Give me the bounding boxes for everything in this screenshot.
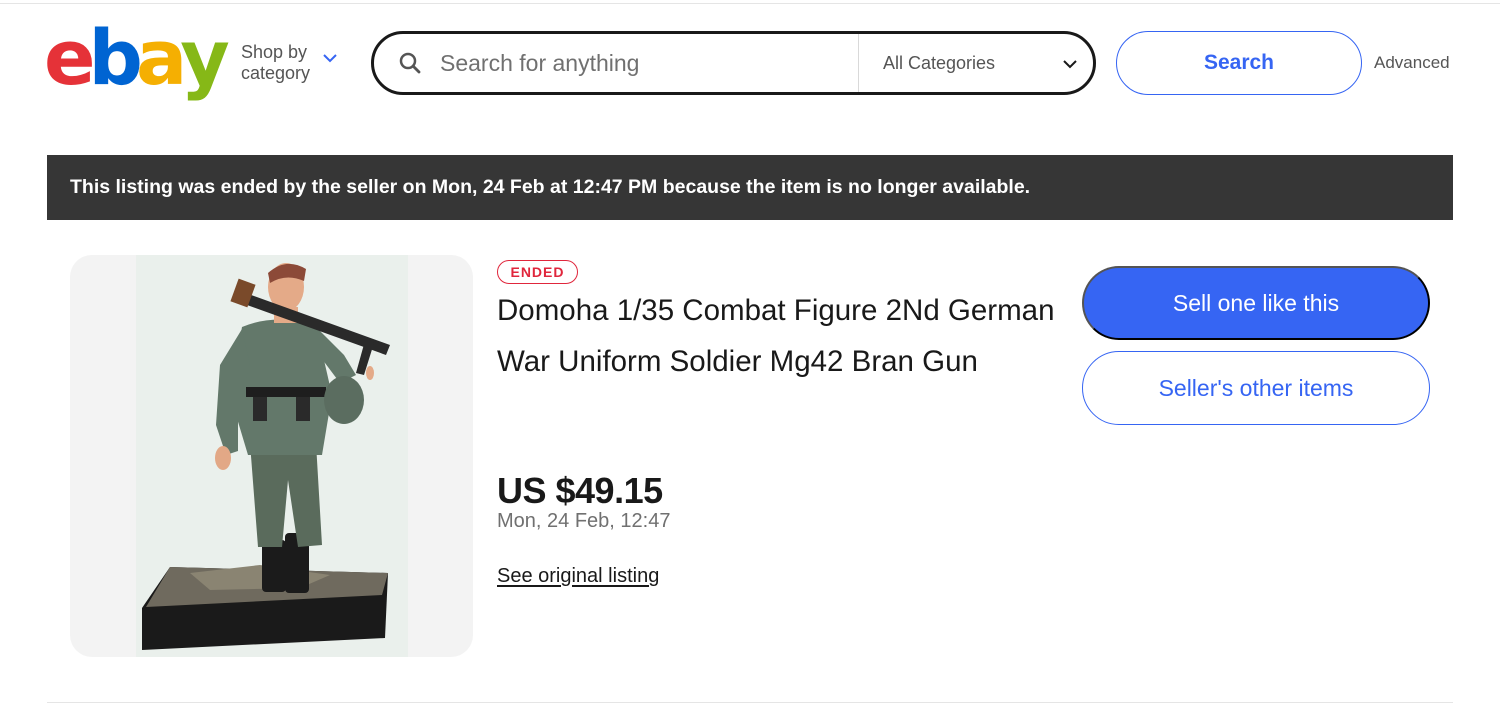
category-label: category xyxy=(241,63,311,83)
status-badge: ENDED xyxy=(497,260,578,284)
search-input[interactable] xyxy=(440,46,850,80)
logo-letter-e: e xyxy=(44,13,95,102)
category-select-value: All Categories xyxy=(883,53,996,73)
shop-by-category-button[interactable]: Shop by category xyxy=(241,42,351,84)
logo-letter-a: a xyxy=(135,13,187,102)
ebay-logo[interactable]: ebay xyxy=(44,13,230,102)
logo-letter-y: y xyxy=(180,13,229,102)
category-select[interactable]: All Categories xyxy=(859,34,1093,92)
advanced-search-link[interactable]: Advanced xyxy=(1374,53,1450,73)
chevron-down-icon xyxy=(323,54,337,63)
sell-one-like-this-button[interactable]: Sell one like this xyxy=(1082,266,1430,340)
chevron-down-icon xyxy=(1063,60,1077,69)
ended-date: Mon, 24 Feb, 12:47 xyxy=(497,510,671,532)
top-divider xyxy=(0,3,1500,4)
product-photo-soldier-figure xyxy=(136,255,408,657)
listing-price: US $49.15 xyxy=(497,470,663,511)
listing-title: Domoha 1/35 Combat Figure 2Nd German War… xyxy=(497,294,1055,378)
sellers-other-items-button[interactable]: Seller's other items xyxy=(1082,351,1430,425)
search-button[interactable]: Search xyxy=(1116,31,1362,95)
search-bar: All Categories xyxy=(371,31,1096,95)
bottom-divider xyxy=(47,702,1453,703)
product-image[interactable] xyxy=(70,255,473,657)
search-icon xyxy=(399,52,421,74)
logo-letter-b: b xyxy=(88,13,143,102)
listing-ended-banner: This listing was ended by the seller on … xyxy=(47,155,1453,220)
see-original-listing-link[interactable]: See original listing xyxy=(497,565,659,588)
